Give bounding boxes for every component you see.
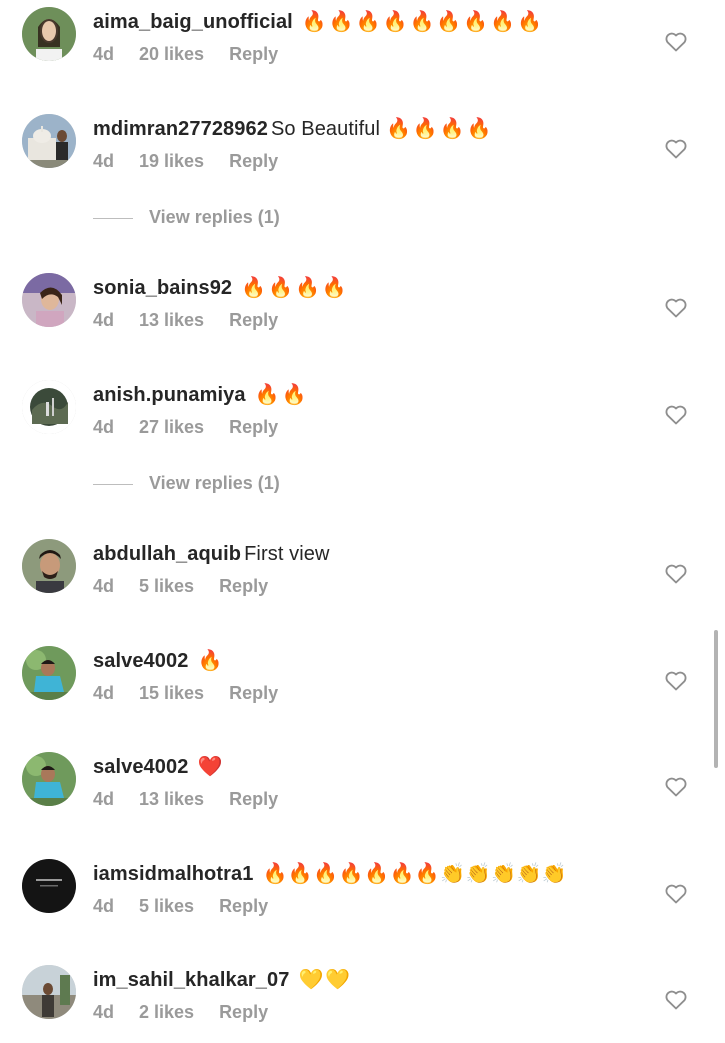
comment-item: iamsidmalhotra1 🔥🔥🔥🔥🔥🔥🔥👏👏👏👏👏 4d 5 likes Rep… bbox=[0, 857, 725, 937]
comment-text: So Beautiful bbox=[270, 118, 381, 140]
comment-likes[interactable]: 15 likes bbox=[139, 683, 204, 703]
comment-emojis: 🔥 bbox=[197, 648, 225, 672]
comment-time: 4d bbox=[93, 896, 115, 916]
like-heart-icon[interactable] bbox=[664, 562, 688, 586]
scrollbar[interactable] bbox=[714, 630, 718, 768]
avatar[interactable] bbox=[22, 114, 76, 168]
reply-button[interactable]: Reply bbox=[229, 44, 278, 64]
avatar-photo bbox=[22, 539, 76, 593]
view-replies-label: View replies (1) bbox=[149, 473, 280, 493]
comment-likes[interactable]: 2 likes bbox=[139, 1002, 194, 1022]
comment-emojis: 🔥🔥🔥🔥 bbox=[386, 116, 494, 140]
comment-emojis: 💛💛 bbox=[298, 967, 353, 991]
comment-username[interactable]: mdimran27728962 bbox=[93, 118, 268, 140]
comment-username[interactable]: aima_baig_unofficial bbox=[93, 11, 293, 33]
like-heart-icon[interactable] bbox=[664, 775, 688, 799]
avatar-photo bbox=[22, 965, 76, 1019]
view-replies-button[interactable]: View replies (1) bbox=[93, 207, 393, 231]
avatar-photo bbox=[22, 859, 76, 913]
comment-emojis: ❤️ bbox=[197, 754, 225, 778]
avatar[interactable] bbox=[22, 7, 76, 61]
reply-button[interactable]: Reply bbox=[229, 310, 278, 330]
avatar[interactable] bbox=[22, 380, 76, 434]
reply-button[interactable]: Reply bbox=[219, 576, 268, 596]
comment-time: 4d bbox=[93, 310, 115, 330]
comment-item: mdimran27728962 So Beautiful 🔥🔥🔥🔥 4d 19 lik… bbox=[0, 112, 725, 192]
comment-username[interactable]: im_sahil_khalkar_07 bbox=[93, 969, 289, 991]
avatar[interactable] bbox=[22, 273, 76, 327]
comment-item: anish.punamiya 🔥🔥 4d 27 likes Reply bbox=[0, 378, 725, 458]
avatar[interactable] bbox=[22, 965, 76, 1019]
like-heart-icon[interactable] bbox=[664, 403, 688, 427]
comment-emojis: 🔥🔥🔥🔥🔥🔥🔥👏👏👏👏👏 bbox=[262, 861, 568, 885]
reply-button[interactable]: Reply bbox=[229, 151, 278, 171]
reply-button[interactable]: Reply bbox=[219, 1002, 268, 1022]
avatar-photo bbox=[22, 7, 76, 61]
avatar[interactable] bbox=[22, 859, 76, 913]
comment-username[interactable]: salve4002 bbox=[93, 756, 188, 778]
comment-item: salve4002 ❤️ 4d 13 likes Reply bbox=[0, 750, 725, 830]
comment-time: 4d bbox=[93, 1002, 115, 1022]
avatar[interactable] bbox=[22, 752, 76, 806]
comment-likes[interactable]: 13 likes bbox=[139, 789, 204, 809]
comment-likes[interactable]: 27 likes bbox=[139, 417, 204, 437]
comment-likes[interactable]: 13 likes bbox=[139, 310, 204, 330]
comment-likes[interactable]: 5 likes bbox=[139, 896, 194, 916]
view-replies-label: View replies (1) bbox=[149, 207, 280, 227]
comment-time: 4d bbox=[93, 417, 115, 437]
reply-button[interactable]: Reply bbox=[229, 789, 278, 809]
comment-likes[interactable]: 5 likes bbox=[139, 576, 194, 596]
comment-item: im_sahil_khalkar_07 💛💛 4d 2 likes Reply bbox=[0, 963, 725, 1043]
comment-emojis: 🔥🔥🔥🔥🔥🔥🔥🔥🔥 bbox=[301, 9, 544, 33]
comment-time: 4d bbox=[93, 151, 115, 171]
comment-item: salve4002 🔥 4d 15 likes Reply bbox=[0, 644, 725, 724]
avatar[interactable] bbox=[22, 539, 76, 593]
divider bbox=[93, 484, 133, 485]
like-heart-icon[interactable] bbox=[664, 882, 688, 906]
comment-emojis: 🔥🔥🔥🔥 bbox=[241, 275, 349, 299]
comment-time: 4d bbox=[93, 576, 115, 596]
comment-likes[interactable]: 19 likes bbox=[139, 151, 204, 171]
comment-username[interactable]: sonia_bains92 bbox=[93, 277, 232, 299]
comment-text: First view bbox=[244, 543, 330, 565]
like-heart-icon[interactable] bbox=[664, 988, 688, 1012]
reply-button[interactable]: Reply bbox=[229, 417, 278, 437]
reply-button[interactable]: Reply bbox=[219, 896, 268, 916]
avatar-photo bbox=[22, 273, 76, 327]
comment-username[interactable]: salve4002 bbox=[93, 650, 188, 672]
comment-username[interactable]: iamsidmalhotra1 bbox=[93, 863, 253, 885]
comment-username[interactable]: abdullah_aquib bbox=[93, 543, 241, 565]
comment-likes[interactable]: 20 likes bbox=[139, 44, 204, 64]
comment-item: sonia_bains92 🔥🔥🔥🔥 4d 13 likes Reply bbox=[0, 271, 725, 351]
comment-emojis: 🔥🔥 bbox=[254, 382, 309, 406]
avatar-photo bbox=[22, 114, 76, 168]
avatar-photo bbox=[22, 752, 76, 806]
comment-item: abdullah_aquib First view 4d 5 likes Reply bbox=[0, 537, 725, 617]
view-replies-button[interactable]: View replies (1) bbox=[93, 473, 393, 497]
comment-username[interactable]: anish.punamiya bbox=[93, 384, 246, 406]
like-heart-icon[interactable] bbox=[664, 296, 688, 320]
comment-time: 4d bbox=[93, 44, 115, 64]
comment-time: 4d bbox=[93, 683, 115, 703]
divider bbox=[93, 218, 133, 219]
comment-time: 4d bbox=[93, 789, 115, 809]
avatar-photo bbox=[22, 646, 76, 700]
comment-item: aima_baig_unofficial 🔥🔥🔥🔥🔥🔥🔥🔥🔥 4d 20 likes… bbox=[0, 5, 725, 85]
avatar-photo bbox=[22, 380, 76, 434]
like-heart-icon[interactable] bbox=[664, 30, 688, 54]
like-heart-icon[interactable] bbox=[664, 137, 688, 161]
reply-button[interactable]: Reply bbox=[229, 683, 278, 703]
avatar[interactable] bbox=[22, 646, 76, 700]
like-heart-icon[interactable] bbox=[664, 669, 688, 693]
